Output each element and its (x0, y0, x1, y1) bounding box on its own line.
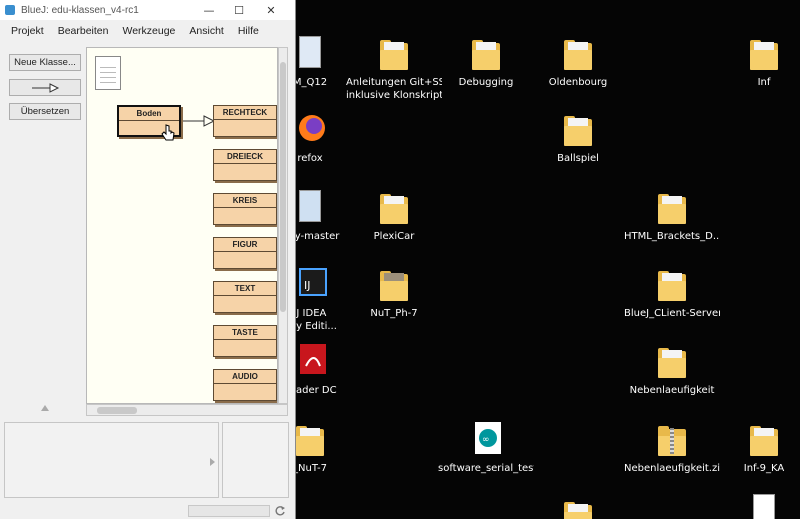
desktop-icon-bottom-doc[interactable] (716, 490, 800, 519)
menu-bar: Projekt Bearbeiten Werkzeuge Ansicht Hil… (0, 20, 295, 42)
desktop-icon-inf9-ka[interactable]: Inf-9_KA (716, 418, 800, 475)
desktop-icon-label: Ballspiel (557, 153, 599, 164)
class-diagram-canvas[interactable]: Boden RECHTECK DREIECK KREIS FIGUR TEXT … (86, 47, 278, 404)
desktop-icon-label-line2: inklusive Klonskript (346, 90, 442, 101)
desktop-icon-label: Oldenbourg (548, 77, 608, 88)
desktop-icon-oldenbourg[interactable]: Oldenbourg (530, 32, 626, 89)
object-bench[interactable] (4, 422, 219, 498)
class-audio[interactable]: AUDIO (213, 369, 277, 401)
minimize-button[interactable]: — (194, 0, 224, 20)
intellij-icon: IJ (290, 263, 330, 303)
desktop-icon-label: Anleitungen Git+SSH (346, 77, 442, 88)
new-class-button[interactable]: Neue Klasse... (9, 54, 81, 71)
menu-ansicht[interactable]: Ansicht (182, 25, 230, 37)
folder-icon (744, 32, 784, 72)
desktop-icon-software-serial[interactable]: ∞ software_serial_test (438, 418, 534, 475)
class-figur[interactable]: FIGUR (213, 237, 277, 269)
desktop-icon-bottom-folder[interactable] (530, 494, 626, 519)
desktop-icon-nebenlaeufigkeit[interactable]: Nebenlaeufigkeit (624, 340, 720, 397)
desktop-icon-debugging[interactable]: Debugging (438, 32, 534, 89)
desktop-icon-label: Inf (757, 77, 771, 88)
desktop-icon-label: BlueJ_CLient-Server (624, 308, 720, 319)
folder-icon (466, 32, 506, 72)
class-dreieck[interactable]: DREIECK (213, 149, 277, 181)
desktop-icon-nebenlaeufigkeit-zip[interactable]: Nebenlaeufigkeit.zip (624, 418, 720, 475)
desktop-icon-label: NuT_Ph-7 (370, 308, 418, 319)
refresh-icon[interactable] (274, 505, 286, 517)
desktop-icon-label: Debugging (458, 77, 514, 88)
desktop-icon-html-brackets[interactable]: HTML_Brackets_D... (624, 186, 720, 243)
title-bar[interactable]: BlueJ: edu-klassen_v4-rc1 — ☐ ✕ (0, 0, 295, 20)
folder-icon (374, 186, 414, 226)
class-rechteck[interactable]: RECHTECK (213, 105, 277, 137)
scroll-thumb[interactable] (97, 407, 137, 414)
bluej-window: BlueJ: edu-klassen_v4-rc1 — ☐ ✕ Projekt … (0, 0, 296, 519)
class-kreis[interactable]: KREIS (213, 193, 277, 225)
menu-bearbeiten[interactable]: Bearbeiten (51, 25, 116, 37)
file-icon (290, 186, 330, 226)
desktop-icon-label: PlexiCar (373, 231, 415, 242)
arduino-icon: ∞ (466, 418, 506, 458)
desktop-icon-inf[interactable]: Inf (716, 32, 800, 89)
folder-icon (652, 340, 692, 380)
class-name: TASTE (214, 326, 276, 340)
folder-icon (558, 108, 598, 148)
maximize-button[interactable]: ☐ (224, 0, 254, 20)
desktop-icon-label: software_serial_test (438, 463, 534, 474)
class-name: Boden (119, 107, 179, 121)
close-button[interactable]: ✕ (256, 0, 286, 20)
desktop-icon-plexicar[interactable]: PlexiCar (346, 186, 442, 243)
file-icon (290, 32, 330, 72)
inheritance-arrow-icon (32, 82, 60, 93)
class-name: TEXT (214, 282, 276, 296)
expand-up-icon[interactable] (41, 405, 49, 411)
desktop-icon-anleitungen[interactable]: Anleitungen Git+SSH inklusive Klonskript (346, 32, 442, 102)
desktop-icon-nut-ph7[interactable]: NuT_Ph-7 (346, 263, 442, 320)
desktop-icon-label: Nebenlaeufigkeit.zip (624, 463, 720, 474)
class-name: KREIS (214, 194, 276, 208)
inheritance-arrow-button[interactable] (9, 79, 81, 96)
acrobat-icon (290, 340, 330, 380)
menu-projekt[interactable]: Projekt (4, 25, 51, 37)
firefox-icon (290, 108, 330, 148)
cutoff-icon-row (300, 0, 800, 6)
class-name: DREIECK (214, 150, 276, 164)
folder-icon (374, 263, 414, 303)
folder-icon (652, 263, 692, 303)
desktop-icon-ballspiel[interactable]: Ballspiel (530, 108, 626, 165)
desktop-icon-label: Inf-9_KA (743, 463, 785, 474)
folder-icon (558, 32, 598, 72)
file-icon (744, 490, 784, 519)
class-name: RECHTECK (214, 106, 276, 120)
scroll-thumb[interactable] (280, 62, 286, 312)
window-title: BlueJ: edu-klassen_v4-rc1 (21, 4, 139, 16)
folder-icon (744, 418, 784, 458)
class-text[interactable]: TEXT (213, 281, 277, 313)
desktop-icon-label: Nebenlaeufigkeit (629, 385, 715, 396)
zip-folder-icon (652, 418, 692, 458)
folder-icon (290, 418, 330, 458)
horizontal-scrollbar[interactable] (86, 404, 288, 416)
vertical-scrollbar[interactable] (278, 47, 288, 404)
expand-right-icon[interactable] (210, 458, 215, 466)
folder-icon (652, 186, 692, 226)
folder-icon (374, 32, 414, 72)
bluej-app-icon (5, 5, 15, 15)
class-taste[interactable]: TASTE (213, 325, 277, 357)
class-name: FIGUR (214, 238, 276, 252)
side-panel[interactable] (222, 422, 289, 498)
class-name: AUDIO (214, 370, 276, 384)
desktop-icon-label: HTML_Brackets_D... (624, 231, 720, 242)
compile-button[interactable]: Übersetzen (9, 103, 81, 120)
desktop-icon-bluej-client-server[interactable]: BlueJ_CLient-Server (624, 263, 720, 320)
hand-cursor-icon (161, 124, 175, 141)
status-bar (188, 505, 270, 517)
folder-icon (558, 494, 598, 519)
svg-text:IJ: IJ (304, 279, 311, 292)
svg-text:∞: ∞ (482, 435, 490, 445)
menu-hilfe[interactable]: Hilfe (231, 25, 266, 37)
menu-werkzeuge[interactable]: Werkzeuge (115, 25, 182, 37)
